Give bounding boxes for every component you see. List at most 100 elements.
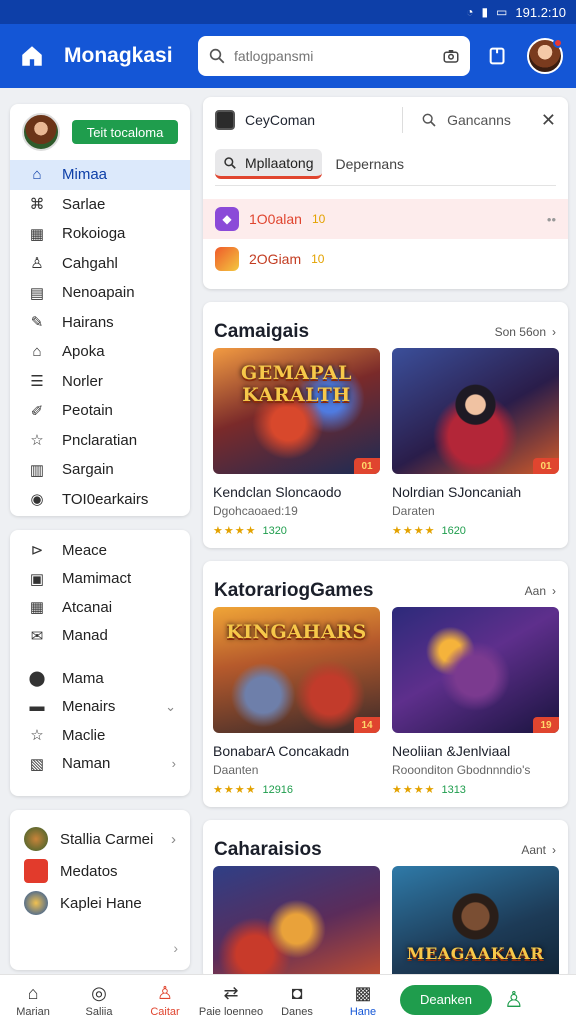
game-thumbnail: MEAGAAKAAR	[392, 866, 559, 980]
more-arrow-icon[interactable]: ›	[173, 940, 178, 956]
sidebar-item[interactable]: ☆ Pnclaratian	[10, 426, 190, 456]
profile-icon[interactable]: ♙	[504, 987, 524, 1013]
sidebar-item[interactable]: ⌂ Mimaa	[10, 160, 190, 190]
bottom-nav-label: Paie loenneo	[198, 1005, 264, 1018]
profile-action-button[interactable]: Teit tocaloma	[72, 120, 178, 144]
search-result[interactable]: ◆ 1O0alan 10 ••	[203, 199, 568, 239]
folder-icon: ▬	[29, 698, 45, 716]
game-subtitle: Daanten	[213, 763, 259, 777]
sidebar-item[interactable]: ▦ Atcanai	[10, 593, 190, 622]
sidebar-item-label: Hairans	[62, 313, 114, 331]
search-result[interactable]: 2OGiam 10	[203, 239, 568, 279]
game-icon	[24, 859, 48, 883]
section-title: Caharaisios	[214, 839, 322, 860]
game-name: Neoliian &Jenlviaal	[392, 743, 511, 759]
search-secondary[interactable]: Gancanns	[447, 112, 511, 128]
see-all-link[interactable]: Aan ›	[525, 584, 556, 598]
bottom-nav-items: ⌂ Marian ◎ Saliia ♙ Caitar ⇄ Paie loenneo ◘ Danes…	[0, 982, 396, 1018]
game-card[interactable]	[213, 866, 380, 980]
search-icon	[422, 113, 436, 127]
bottom-nav-item[interactable]: ♙ Caitar	[132, 982, 198, 1018]
sidebar-games: Stallia Carmei › Medatos Kaplei Hane ›	[10, 810, 190, 970]
search-icon	[209, 48, 225, 64]
calendar-icon: ▦	[29, 225, 45, 243]
app-bar: Monagkasi	[0, 24, 576, 88]
list-icon: ☰	[30, 373, 44, 391]
user-avatar[interactable]	[527, 38, 563, 74]
sidebar-item[interactable]: ☰ Norler	[10, 367, 190, 397]
home-button[interactable]	[0, 24, 64, 88]
user-icon: ♙	[30, 255, 44, 273]
game-link[interactable]: Kaplei Hane	[10, 887, 190, 919]
sidebar-item-label: Rokoioga	[62, 225, 126, 243]
game-card[interactable]: MEAGAAKAAR	[392, 866, 559, 980]
bottom-nav-item[interactable]: ▩ Hane	[330, 982, 396, 1018]
divider	[215, 185, 556, 199]
see-all-link[interactable]: Aant ›	[521, 843, 556, 857]
sidebar-item[interactable]: ✉ Manad	[10, 622, 190, 651]
sidebar-item[interactable]: ⊳ Meace	[10, 536, 190, 565]
status-bar: ◔ ▮ ▭ 191.2:10	[0, 0, 576, 24]
see-all-link[interactable]: Son 56on ›	[495, 325, 556, 339]
game-card[interactable]: 19 Neoliian &Jenlviaal Rooonditon Gbodnn…	[392, 607, 559, 796]
sidebar-item[interactable]: ✎ Hairans	[10, 308, 190, 338]
game-link[interactable]: Medatos	[10, 855, 190, 887]
close-icon[interactable]: ✕	[541, 110, 556, 131]
app-title: Monagkasi	[64, 44, 173, 67]
sidebar-item-label: Norler	[62, 372, 103, 390]
bottom-nav-item[interactable]: ⌂ Marian	[0, 982, 66, 1018]
sidebar-item[interactable]: ▦ Rokoioga	[10, 219, 190, 249]
search-box[interactable]	[198, 36, 470, 76]
sidebar-item[interactable]: ▤ Nenoapain	[10, 278, 190, 308]
sidebar-item-label: Menairs	[62, 698, 116, 716]
search-input[interactable]	[234, 48, 434, 64]
sidebar-nav-secondary: ⊳ Meace ▣ Mamimact ▦ Atcanai ✉ Manad ⬤ Mama ▬ Menai…	[10, 530, 190, 778]
search-icon	[224, 156, 236, 169]
chevron-icon[interactable]: ›	[172, 756, 176, 771]
game-icon	[24, 891, 48, 915]
tag-icon: ⊳	[30, 542, 44, 560]
sidebar-item[interactable]: ▬ Menairs ⌄	[10, 693, 190, 722]
bottom-nav-item[interactable]: ◘ Danes	[264, 982, 330, 1018]
bottom-nav-item[interactable]: ⇄ Paie loenneo	[198, 982, 264, 1018]
more-icon[interactable]: ••	[547, 212, 556, 227]
bottom-nav-label: Caitar	[150, 1005, 180, 1018]
sidebar-item[interactable]: ◉ TOI0earkairs	[10, 485, 190, 515]
sidebar-item[interactable]: ♙ Cahgahl	[10, 249, 190, 279]
chevron-icon[interactable]: ⌄	[165, 699, 176, 715]
status-time: 191.2:10	[515, 4, 566, 20]
camera-icon[interactable]	[442, 47, 460, 65]
signal-icon: ▮	[481, 5, 489, 19]
result-label: 1O0alan	[249, 211, 302, 227]
game-link[interactable]: Stallia Carmei ›	[10, 823, 190, 855]
sidebar-secondary: ⊳ Meace ▣ Mamimact ▦ Atcanai ✉ Manad ⬤ Mama ▬ Menai…	[10, 530, 190, 796]
game-tag: 01	[354, 458, 380, 474]
sidebar-item[interactable]: ⬤ Mama	[10, 664, 190, 693]
search-panel-header: CeyComan Gancanns ✕	[203, 97, 568, 143]
avatar[interactable]	[22, 113, 60, 151]
game-card[interactable]: KINGAHARS 14 BonabarA Concakadn Daanten …	[213, 607, 380, 796]
sidebar-item[interactable]: ⌘ Sarlae	[10, 190, 190, 220]
bottom-nav-item[interactable]: ◎ Saliia	[66, 982, 132, 1018]
game-links: Stallia Carmei › Medatos Kaplei Hane	[10, 810, 190, 919]
game-card[interactable]: 01 Nolrdian SJoncaniah Daraten ★★★★ 1620	[392, 348, 559, 537]
sidebar-item[interactable]: ☆ Maclie	[10, 721, 190, 750]
copy-button[interactable]	[482, 40, 514, 72]
sidebar-item[interactable]: ▧ Naman ›	[10, 750, 190, 779]
tab-other[interactable]: Depernans	[336, 156, 405, 172]
star-rating-icon: ★★★★	[213, 784, 257, 796]
chevron-right-icon[interactable]: ›	[171, 831, 176, 848]
see-all-label: Son 56on	[494, 325, 546, 339]
tab-active[interactable]: Mpllaatong	[215, 149, 322, 179]
gamepad-icon: ◘	[291, 982, 303, 1003]
chevron-right-icon: ›	[552, 843, 556, 857]
sidebar-item[interactable]: ▣ Mamimact	[10, 565, 190, 594]
primary-cta-button[interactable]: Deanken	[400, 984, 492, 1015]
sidebar-item[interactable]: ✐ Peotain	[10, 396, 190, 426]
section-card: Caharaisios Aant › MEAGAAKAAR	[203, 820, 568, 980]
sidebar-item[interactable]: ▥ Sargain	[10, 455, 190, 485]
star-icon: ☆	[30, 432, 44, 450]
game-card[interactable]: GEMAPAL KARALTH 01 Kendclan Sloncaodo Dg…	[213, 348, 380, 537]
sidebar-item[interactable]: ⌂ Apoka	[10, 337, 190, 367]
search-query[interactable]: CeyComan	[245, 112, 315, 128]
